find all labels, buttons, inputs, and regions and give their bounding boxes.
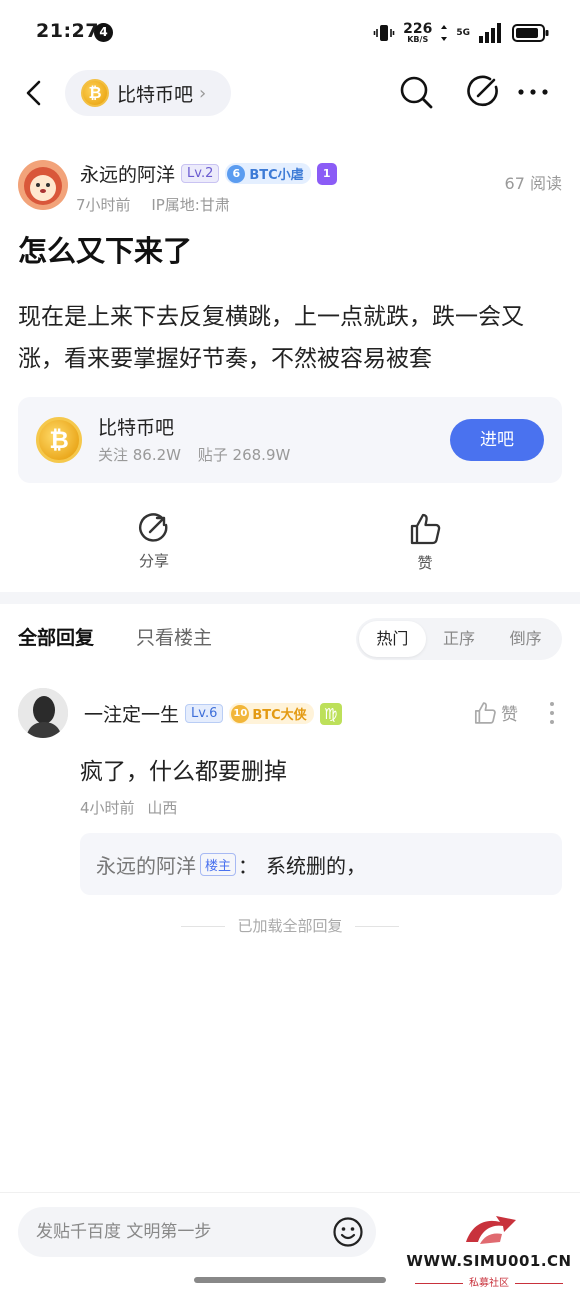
author-avatar[interactable] (18, 160, 68, 210)
comment-author-name[interactable]: 一注定一生 (84, 700, 179, 727)
reply-input[interactable] (18, 1207, 318, 1257)
medal-icon: 1 (316, 162, 337, 185)
post-author-row: 永远的阿洋 Lv.2 6 BTC小虐 1 (80, 160, 337, 187)
forum-title-badge: 10 BTC大侠 (229, 703, 314, 724)
share-icon (139, 513, 168, 542)
sort-toggle: 热门 正序 倒序 (356, 618, 562, 660)
read-count: 67 阅读 (504, 174, 562, 193)
comment-time: 4小时前 (80, 799, 135, 817)
bitcoin-coin-icon: ₿ (36, 417, 82, 463)
comment-more-button[interactable] (548, 700, 556, 726)
bitcoin-coin-icon: ₿ (81, 79, 109, 107)
comment-location: 山西 (147, 799, 178, 817)
level-badge: Lv.6 (185, 704, 224, 723)
emoji-icon (333, 1217, 363, 1247)
more-horizontal-icon (518, 89, 548, 95)
thumbs-up-icon (474, 701, 496, 724)
comment-like-button[interactable]: 赞 (473, 700, 518, 725)
status-bar: 21:27 4 226 KB/S 5G (0, 0, 580, 64)
forum-card[interactable]: ₿ 比特币吧 关注 86.2W 贴子 268.9W 进吧 (18, 397, 562, 483)
site-watermark: WWW.SIMU001.CN 私募社区 (402, 1204, 576, 1290)
compose-box[interactable] (18, 1207, 376, 1257)
forum-card-name: 比特币吧 (98, 417, 175, 439)
post-title: 怎么又下来了 (18, 234, 193, 268)
back-arrow-icon (26, 80, 41, 106)
lion-avatar-icon (18, 160, 68, 210)
pencil-circle-icon (467, 75, 498, 107)
forum-title-badge: 6 BTC小虐 (225, 163, 311, 184)
watermark-logo-icon (466, 1216, 516, 1244)
post-body: 现在是上来下去反复横跳，上一点就跌，跌一会又涨，看来要掌握好节奏，不然被容易被套 (18, 304, 524, 372)
section-divider (0, 592, 580, 604)
virgo-zodiac-icon: ♍ (319, 702, 342, 725)
share-label: 分享 (138, 552, 169, 570)
emoji-button[interactable] (332, 1216, 364, 1248)
network-type: 5G (456, 28, 470, 38)
forum-followers: 关注 86.2W (98, 446, 181, 464)
comment-like-label: 赞 (501, 705, 518, 725)
forum-title-badge-label: BTC大侠 (252, 708, 307, 723)
watermark-subtitle-text: 私募社区 (469, 1278, 509, 1289)
thumbs-up-icon (410, 513, 441, 545)
status-time: 21:27 (36, 20, 99, 42)
post-ip-location: IP属地:甘肃 (151, 196, 230, 214)
person-avatar-icon (18, 688, 68, 738)
battery-icon (512, 24, 549, 42)
network-type-group: 5G (456, 28, 470, 38)
forum-card-stats: 关注 86.2W 贴子 268.9W (98, 444, 290, 465)
network-speed-unit: KB/S (407, 34, 429, 44)
more-vertical-icon (550, 702, 554, 724)
sort-descending[interactable]: 倒序 (492, 621, 559, 657)
data-arrows-icon (441, 25, 448, 41)
sort-hot[interactable]: 热门 (359, 621, 426, 657)
comment-text: 疯了，什么都要删掉 (80, 759, 287, 785)
status-indicators: 226 KB/S 5G (373, 20, 550, 46)
more-options-button[interactable] (516, 74, 552, 110)
join-forum-button[interactable]: 进吧 (450, 419, 544, 461)
search-icon (400, 76, 433, 109)
sub-reply[interactable]: 永远的阿洋 楼主 ： 系统删的， (80, 833, 562, 895)
forum-name-pill[interactable]: ₿ 比特币吧 › (65, 70, 231, 116)
sort-ascending[interactable]: 正序 (426, 621, 493, 657)
watermark-subtitle: 私募社区 (402, 1274, 576, 1289)
post-time: 7小时前 (76, 196, 131, 214)
commenter-avatar[interactable] (18, 688, 68, 738)
all-replies-loaded-text: 已加载全部回复 (237, 917, 343, 935)
forum-name: 比特币吧 (117, 83, 194, 106)
forum-title-badge-number: 6 (227, 164, 246, 183)
comment-meta: 4小时前 山西 (80, 797, 177, 818)
sub-reply-author[interactable]: 永远的阿洋 (96, 850, 196, 879)
forum-title-badge-number: 10 (231, 704, 250, 723)
network-speed: 226 KB/S (403, 22, 432, 44)
post-author-name[interactable]: 永远的阿洋 (80, 160, 175, 187)
home-indicator[interactable] (194, 1277, 386, 1283)
like-label: 赞 (417, 554, 433, 572)
forum-posts: 贴子 268.9W (197, 446, 291, 464)
signal-icon (479, 23, 501, 43)
watermark-url: WWW.SIMU001.CN (406, 1252, 572, 1270)
share-button[interactable]: 分享 (114, 512, 194, 571)
sub-reply-text: 系统删的， (266, 853, 367, 878)
like-post-button[interactable]: 赞 (385, 512, 465, 573)
notification-count-badge: 4 (94, 23, 113, 42)
comment-author-row: 一注定一生 Lv.6 10 BTC大侠 ♍ (84, 700, 342, 727)
vibrate-icon (373, 25, 395, 41)
level-badge: Lv.2 (181, 164, 220, 183)
post-meta: 7小时前 IP属地:甘肃 (76, 194, 230, 215)
back-button[interactable] (18, 76, 52, 110)
op-tag: 楼主 (200, 852, 237, 876)
tab-op-only[interactable]: 只看楼主 (136, 623, 212, 650)
tab-all-replies[interactable]: 全部回复 (18, 623, 94, 650)
chevron-right-icon: › (199, 82, 207, 104)
forum-title-badge-label: BTC小虐 (249, 168, 304, 183)
all-replies-loaded: 已加载全部回复 (0, 915, 580, 936)
top-nav-bar: ₿ 比特币吧 › (0, 64, 580, 124)
edit-post-button[interactable] (464, 74, 500, 110)
search-button[interactable] (398, 74, 434, 110)
sub-reply-colon: ： (238, 853, 259, 878)
